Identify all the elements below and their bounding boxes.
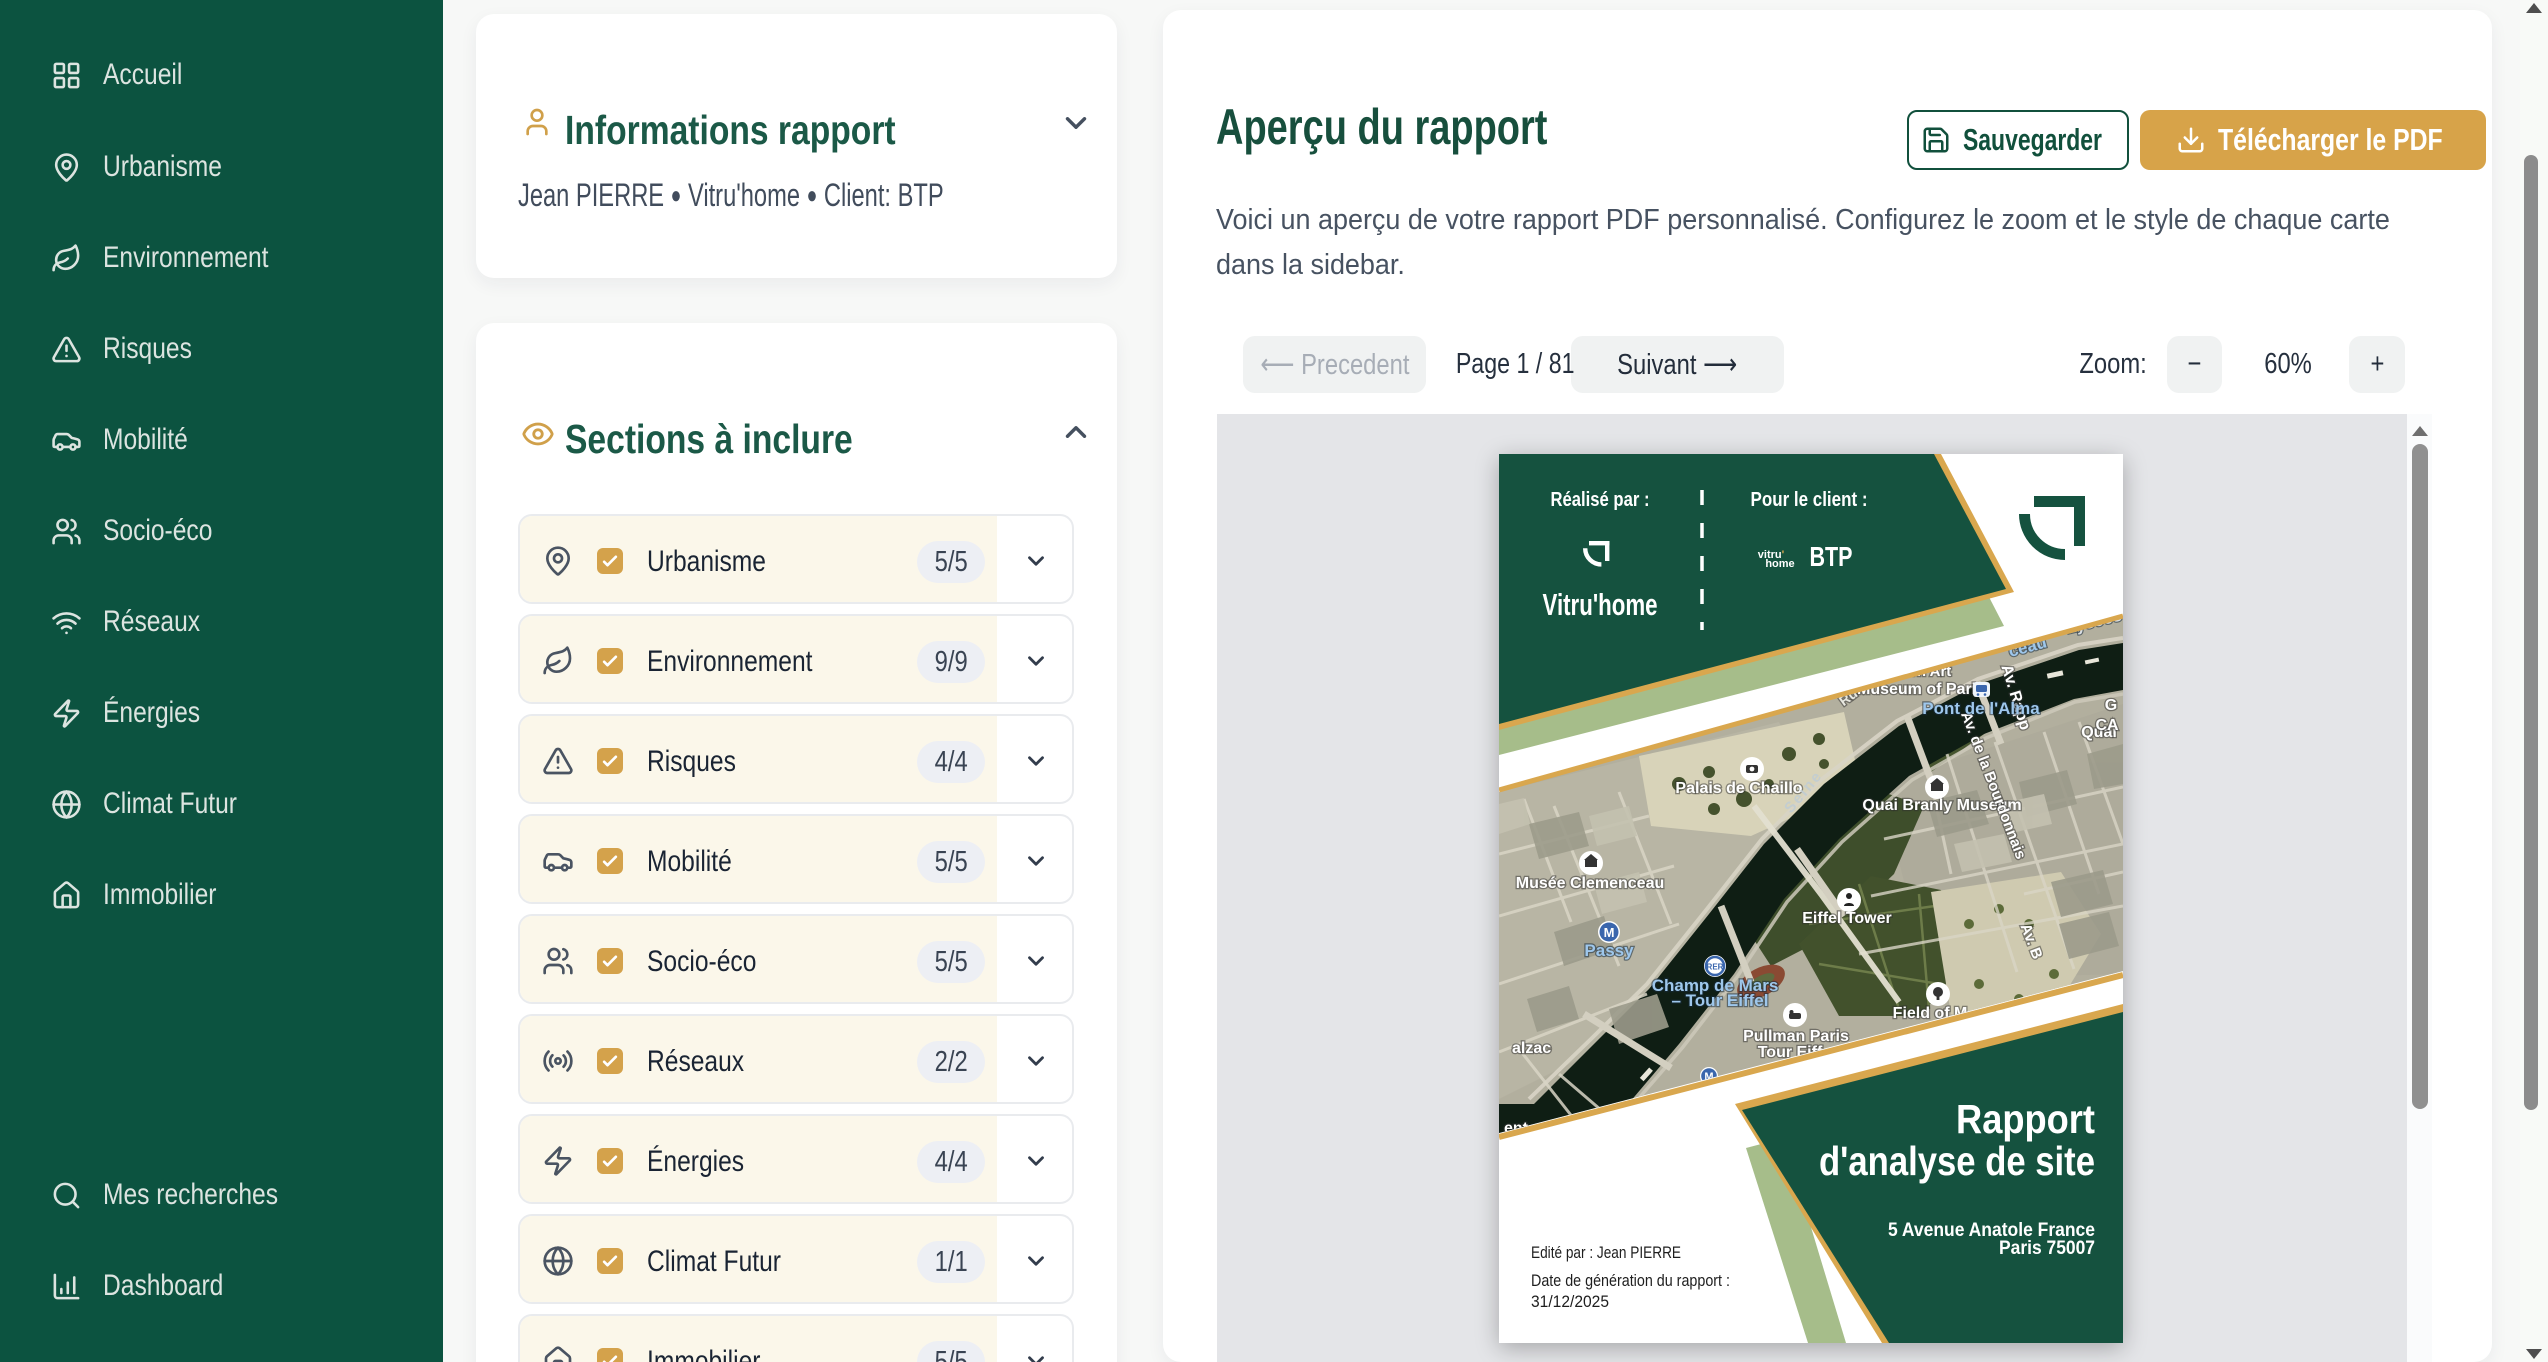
svg-text:d'analyse de site: d'analyse de site	[1819, 1138, 2095, 1184]
svg-text:– Tour Eiffel: – Tour Eiffel	[1672, 991, 1769, 1010]
svg-text:Pont de l'Alma: Pont de l'Alma	[1922, 699, 2040, 718]
svg-text:home: home	[1765, 558, 1794, 570]
svg-text:Musée Clemenceau: Musée Clemenceau	[1516, 875, 1665, 892]
svg-text:RER: RER	[1707, 963, 1724, 972]
svg-text:BTP: BTP	[1810, 541, 1853, 572]
svg-text:G: G	[2105, 697, 2117, 714]
svg-text:Rapport: Rapport	[1956, 1096, 2095, 1142]
svg-text:Vitru'home: Vitru'home	[1543, 587, 1658, 622]
svg-text:Date de génération du rapport: Date de génération du rapport :	[1531, 1271, 1730, 1290]
svg-text:Edité par : Jean PIERRE: Edité par : Jean PIERRE	[1531, 1243, 1681, 1262]
svg-text:alzac: alzac	[1512, 1040, 1551, 1057]
svg-text:Paris 75007: Paris 75007	[1999, 1238, 2095, 1259]
svg-text:Pour le client :: Pour le client :	[1751, 489, 1868, 511]
svg-text:31/12/2025: 31/12/2025	[1531, 1292, 1609, 1311]
svg-text:Palais de Chaillo: Palais de Chaillo	[1675, 780, 1802, 797]
svg-text:CA: CA	[2095, 717, 2119, 734]
svg-text:Réalisé par :: Réalisé par :	[1551, 489, 1650, 511]
svg-text:M: M	[1604, 925, 1615, 940]
svg-text:Pullman Paris: Pullman Paris	[1743, 1028, 1849, 1045]
svg-text:Eiffel Tower: Eiffel Tower	[1802, 910, 1892, 927]
svg-text:Passy: Passy	[1584, 941, 1634, 960]
